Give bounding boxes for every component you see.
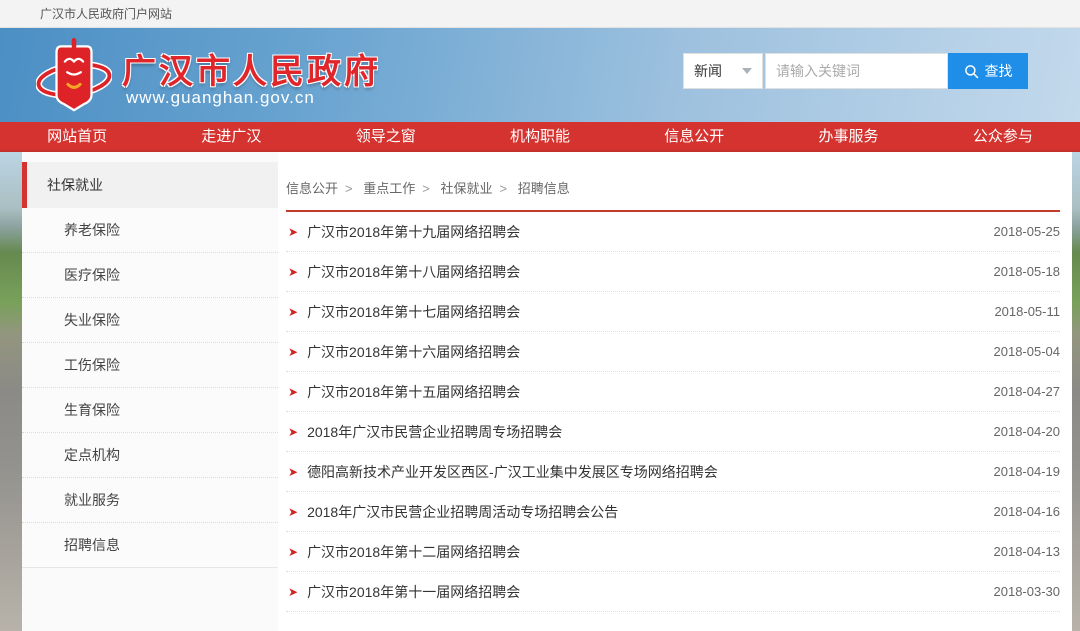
news-date: 2018-05-04 [994, 344, 1061, 359]
breadcrumb-item[interactable]: 重点工作 > [363, 181, 437, 196]
sidebar-title: 社保就业 [22, 162, 278, 208]
nav-item[interactable]: 办事服务 [771, 122, 925, 152]
search-button[interactable]: 查找 [948, 53, 1028, 89]
news-row[interactable]: ➤ 广汉市2018年第十五届网络招聘会 2018-04-27 [286, 372, 1060, 412]
search-bar: 新闻 查找 [683, 53, 1028, 89]
news-list: ➤ 广汉市2018年第十九届网络招聘会 2018-05-25 ➤ 广汉市2018… [286, 212, 1060, 612]
news-title: 广汉市2018年第十二届网络招聘会 [307, 542, 520, 562]
site-name: 广汉市人民政府 [122, 44, 381, 93]
portal-topbar: 广汉市人民政府门户网站 [0, 0, 1080, 28]
news-row[interactable]: ➤ 2018年广汉市民营企业招聘周专场招聘会 2018-04-20 [286, 412, 1060, 452]
news-title: 广汉市2018年第十九届网络招聘会 [307, 222, 520, 242]
news-title: 2018年广汉市民营企业招聘周专场招聘会 [307, 422, 562, 442]
nav-item[interactable]: 机构职能 [463, 122, 617, 152]
arrow-right-icon: ➤ [288, 306, 298, 318]
news-title: 广汉市2018年第十五届网络招聘会 [307, 382, 520, 402]
sidebar: 社保就业 养老保险 医疗保险 失业保险 工伤保险 生育保险 定点机构 就业服务 [22, 152, 278, 631]
news-row[interactable]: ➤ 广汉市2018年第十一届网络招聘会 2018-03-30 [286, 572, 1060, 612]
sidebar-item[interactable]: 就业服务 [22, 478, 278, 523]
sidebar-item[interactable]: 医疗保险 [22, 253, 278, 298]
nav-item[interactable]: 公众参与 [926, 122, 1080, 152]
arrow-right-icon: ➤ [288, 266, 298, 278]
news-row[interactable]: ➤ 广汉市2018年第十二届网络招聘会 2018-04-13 [286, 532, 1060, 572]
sidebar-menu: 养老保险 医疗保险 失业保险 工伤保险 生育保险 定点机构 就业服务 招聘信息 [22, 208, 278, 568]
news-date: 2018-03-30 [994, 584, 1061, 599]
news-date: 2018-05-18 [994, 264, 1061, 279]
arrow-right-icon: ➤ [288, 586, 298, 598]
breadcrumb-item-label: 信息公开 [286, 181, 338, 196]
search-category-value: 新闻 [694, 61, 722, 81]
arrow-right-icon: ➤ [288, 386, 298, 398]
breadcrumb-separator: > [422, 181, 430, 196]
breadcrumb-separator: > [345, 181, 353, 196]
guanghan-mask-logo-icon [36, 35, 112, 117]
content-area: 社保就业 养老保险 医疗保险 失业保险 工伤保险 生育保险 定点机构 就业服务 [22, 152, 1072, 631]
arrow-right-icon: ➤ [288, 506, 298, 518]
news-date: 2018-04-27 [994, 384, 1061, 399]
news-title: 广汉市2018年第十六届网络招聘会 [307, 342, 520, 362]
breadcrumb-item[interactable]: 社保就业 > [440, 181, 514, 196]
news-date: 2018-04-19 [994, 464, 1061, 479]
news-date: 2018-05-25 [994, 224, 1061, 239]
main-nav: 网站首页 走进广汉 领导之窗 机构职能 信息公开 办事服务 公众参与 [0, 122, 1080, 152]
chevron-down-icon [742, 68, 752, 74]
breadcrumb-item-label: 重点工作 [363, 181, 415, 196]
news-date: 2018-04-20 [994, 424, 1061, 439]
news-row[interactable]: ➤ 广汉市2018年第十六届网络招聘会 2018-05-04 [286, 332, 1060, 372]
news-row[interactable]: ➤ 广汉市2018年第十七届网络招聘会 2018-05-11 [286, 292, 1060, 332]
breadcrumb: 信息公开 > 重点工作 > 社保就业 > 招聘信息> [286, 152, 1060, 197]
arrow-right-icon: ➤ [288, 426, 298, 438]
breadcrumb-item-label: 社保就业 [440, 181, 492, 196]
search-button-label: 查找 [985, 61, 1013, 81]
news-title: 广汉市2018年第十一届网络招聘会 [307, 582, 520, 602]
page: 广汉市人民政府门户网站 广汉市人民政府 www.guanghan.gov.cn … [0, 0, 1080, 631]
news-title: 广汉市2018年第十七届网络招聘会 [307, 302, 520, 322]
main-panel: 信息公开 > 重点工作 > 社保就业 > 招聘信息> ➤ 广汉市2018年第十九届网络… [278, 152, 1072, 631]
site-url: www.guanghan.gov.cn [126, 88, 315, 108]
magnifier-icon [964, 64, 979, 79]
sidebar-title-label: 社保就业 [47, 177, 103, 193]
site-header: 广汉市人民政府 www.guanghan.gov.cn 新闻 查找 [0, 28, 1080, 122]
arrow-right-icon: ➤ [288, 226, 298, 238]
news-title: 2018年广汉市民营企业招聘周活动专场招聘会公告 [307, 502, 618, 522]
arrow-right-icon: ➤ [288, 466, 298, 478]
sidebar-item[interactable]: 养老保险 [22, 208, 278, 253]
breadcrumb-item[interactable]: 信息公开 > [286, 181, 360, 196]
sidebar-item[interactable]: 定点机构 [22, 433, 278, 478]
news-date: 2018-04-13 [994, 544, 1061, 559]
arrow-right-icon: ➤ [288, 546, 298, 558]
nav-item[interactable]: 网站首页 [0, 122, 154, 152]
news-row[interactable]: ➤ 德阳高新技术产业开发区西区-广汉工业集中发展区专场网络招聘会 2018-04… [286, 452, 1060, 492]
sidebar-item[interactable]: 招聘信息 [22, 523, 278, 568]
breadcrumb-separator: > [499, 181, 507, 196]
nav-item[interactable]: 领导之窗 [309, 122, 463, 152]
sidebar-item[interactable]: 失业保险 [22, 298, 278, 343]
sidebar-item[interactable]: 工伤保险 [22, 343, 278, 388]
arrow-right-icon: ➤ [288, 346, 298, 358]
news-title: 德阳高新技术产业开发区西区-广汉工业集中发展区专场网络招聘会 [307, 462, 718, 482]
news-row[interactable]: ➤ 广汉市2018年第十九届网络招聘会 2018-05-25 [286, 212, 1060, 252]
nav-item[interactable]: 信息公开 [617, 122, 771, 152]
news-row[interactable]: ➤ 广汉市2018年第十八届网络招聘会 2018-05-18 [286, 252, 1060, 292]
news-row[interactable]: ➤ 2018年广汉市民营企业招聘周活动专场招聘会公告 2018-04-16 [286, 492, 1060, 532]
news-date: 2018-05-11 [994, 304, 1060, 319]
nav-item[interactable]: 走进广汉 [154, 122, 308, 152]
news-title: 广汉市2018年第十八届网络招聘会 [307, 262, 520, 282]
search-category-select[interactable]: 新闻 [683, 53, 763, 89]
portal-title: 广汉市人民政府门户网站 [40, 7, 172, 21]
search-input[interactable] [765, 53, 948, 89]
breadcrumb-item[interactable]: 招聘信息> [518, 181, 570, 196]
sidebar-item[interactable]: 生育保险 [22, 388, 278, 433]
news-date: 2018-04-16 [994, 504, 1061, 519]
breadcrumb-item-label: 招聘信息 [518, 181, 570, 196]
